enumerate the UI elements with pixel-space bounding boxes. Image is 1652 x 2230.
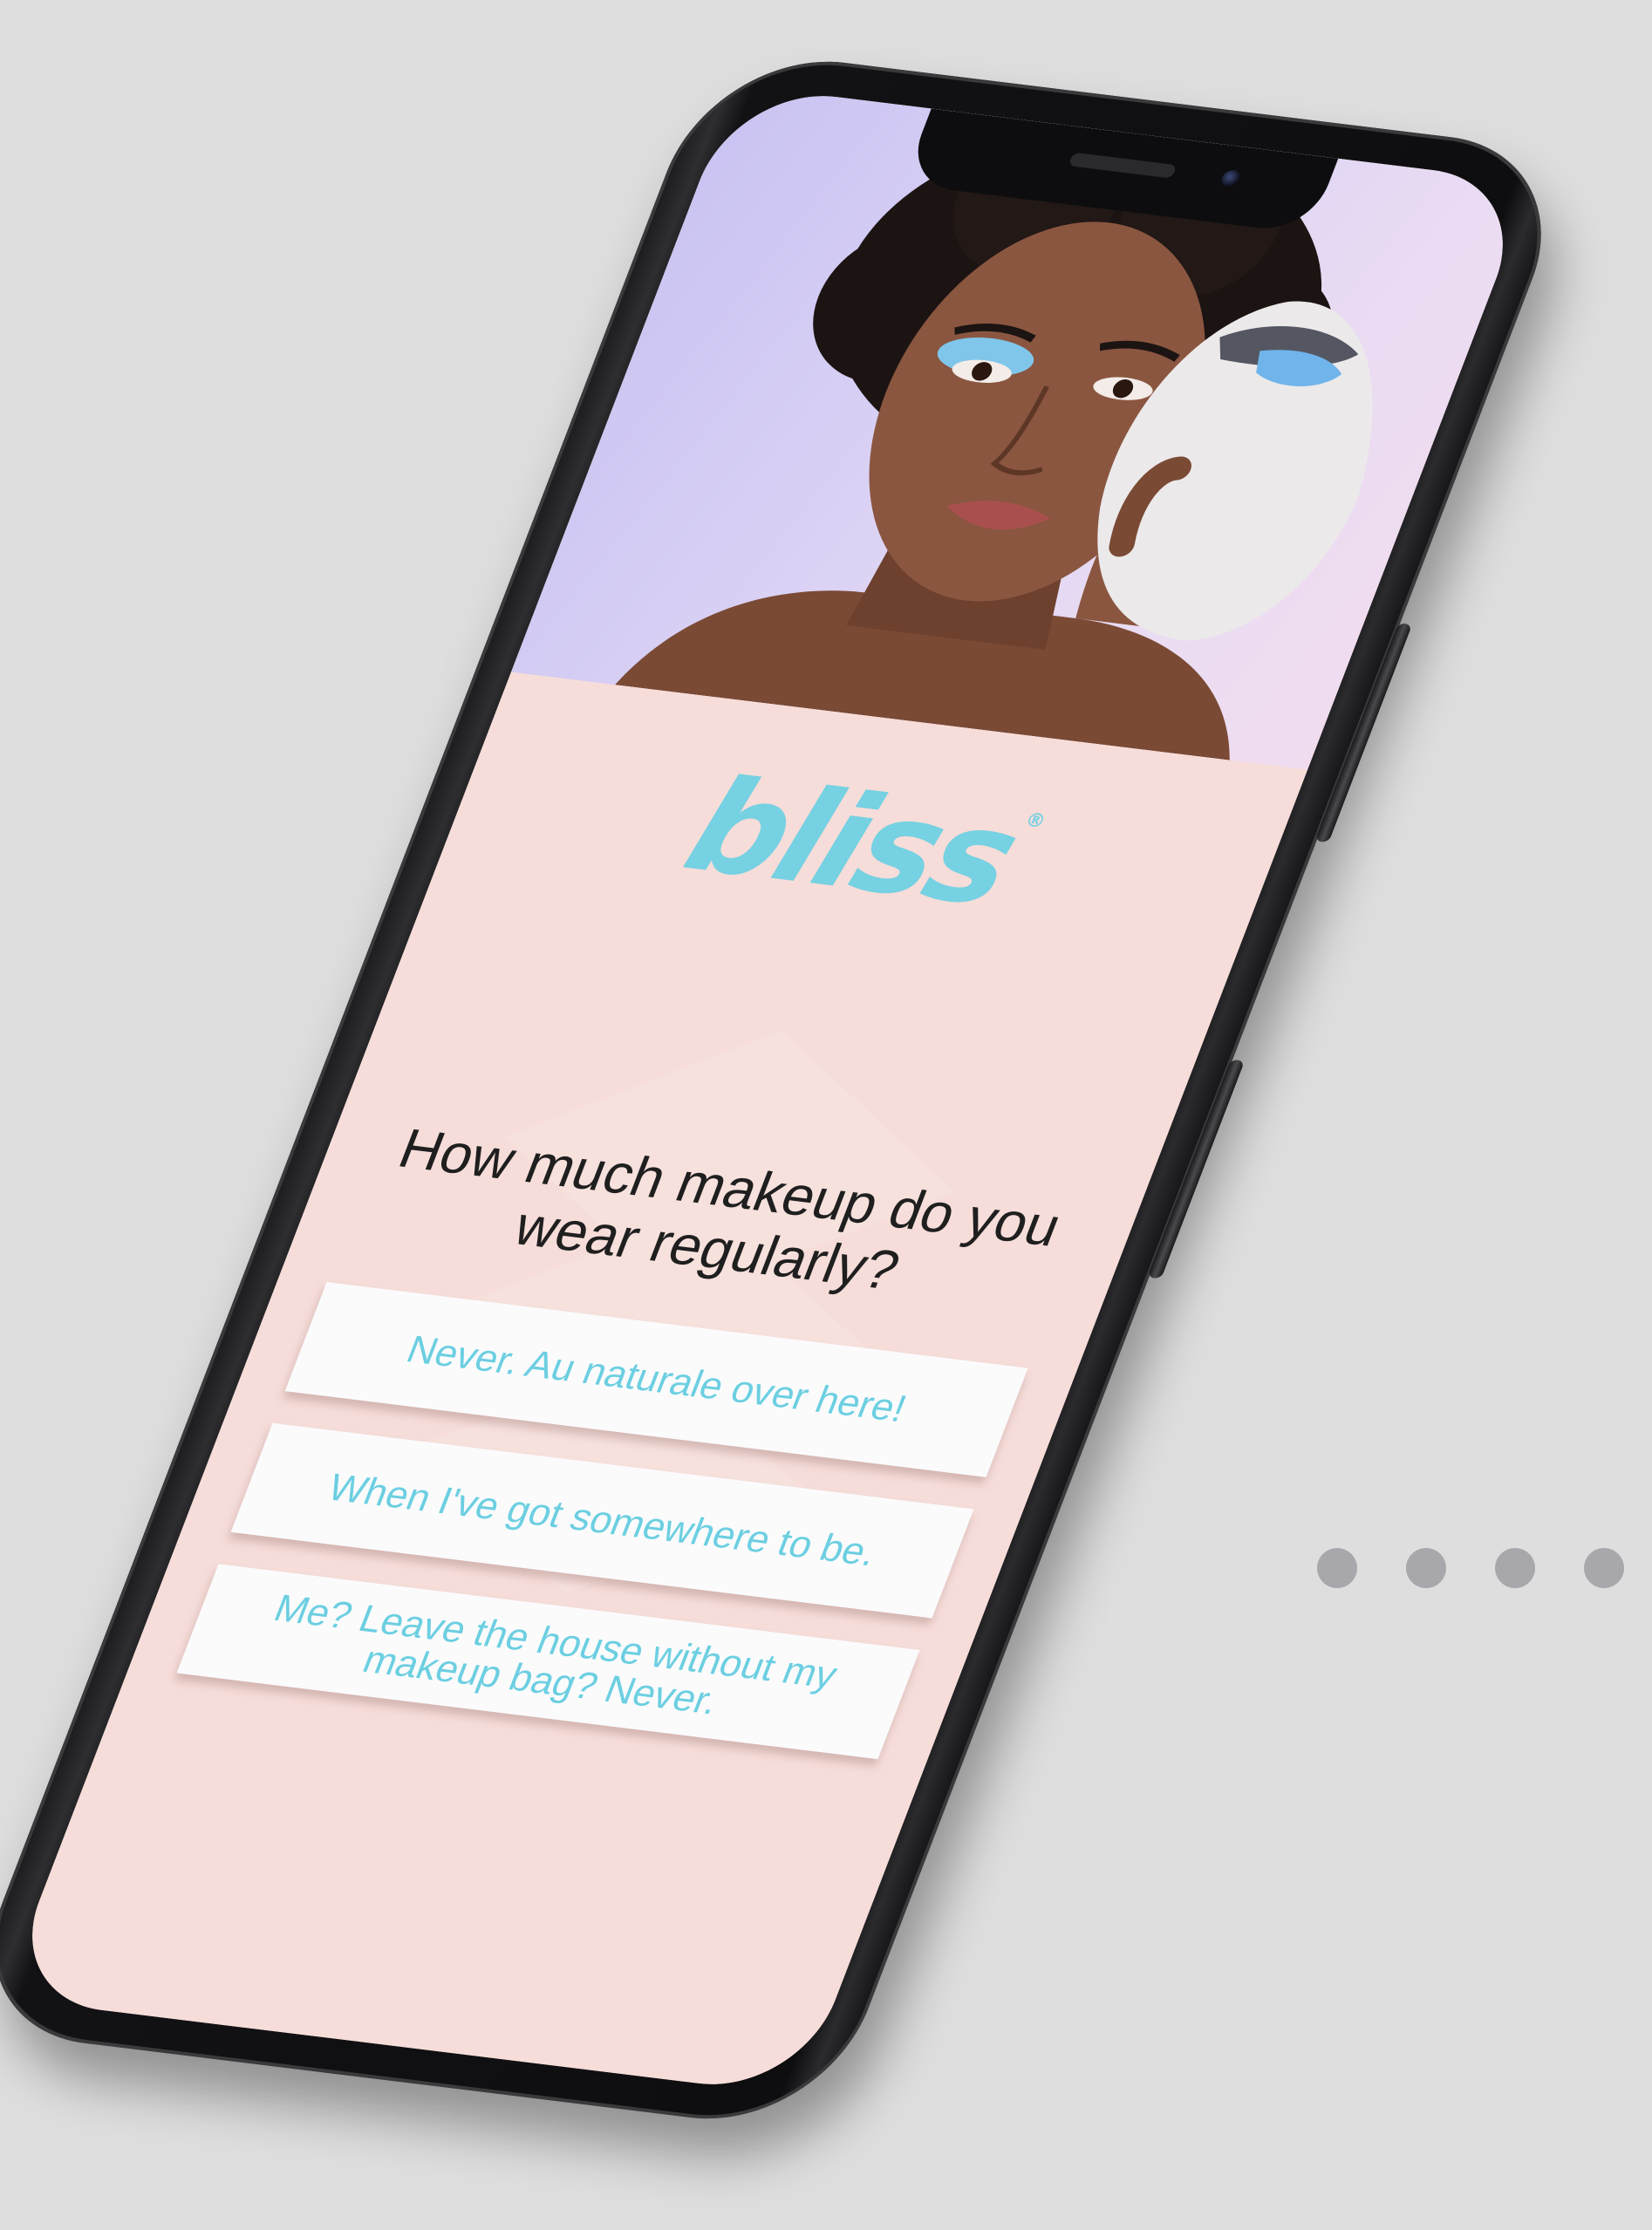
registered-mark: ® bbox=[1021, 809, 1049, 833]
pagination-dot[interactable] bbox=[1584, 1548, 1624, 1588]
phone-frame: bliss® How much makeup do you wear regul… bbox=[0, 46, 1581, 2134]
pagination-dots bbox=[1317, 1548, 1624, 1588]
phone-mockup: bliss® How much makeup do you wear regul… bbox=[0, 46, 1581, 2134]
pagination-dot[interactable] bbox=[1495, 1548, 1535, 1588]
phone-screen: bliss® How much makeup do you wear regul… bbox=[2, 85, 1533, 2096]
quiz-content: bliss® How much makeup do you wear regul… bbox=[2, 672, 1308, 2096]
logo-text: bliss bbox=[667, 750, 1034, 936]
front-camera-icon bbox=[1219, 169, 1243, 188]
mockup-stage: bliss® How much makeup do you wear regul… bbox=[0, 0, 1652, 2230]
pagination-dot[interactable] bbox=[1406, 1548, 1446, 1588]
speaker-grille bbox=[1068, 152, 1178, 179]
answer-list: Never. Au naturale over here! When I've … bbox=[164, 1282, 1028, 1791]
pagination-dot[interactable] bbox=[1317, 1548, 1357, 1588]
bliss-logo: bliss® bbox=[436, 722, 1288, 966]
